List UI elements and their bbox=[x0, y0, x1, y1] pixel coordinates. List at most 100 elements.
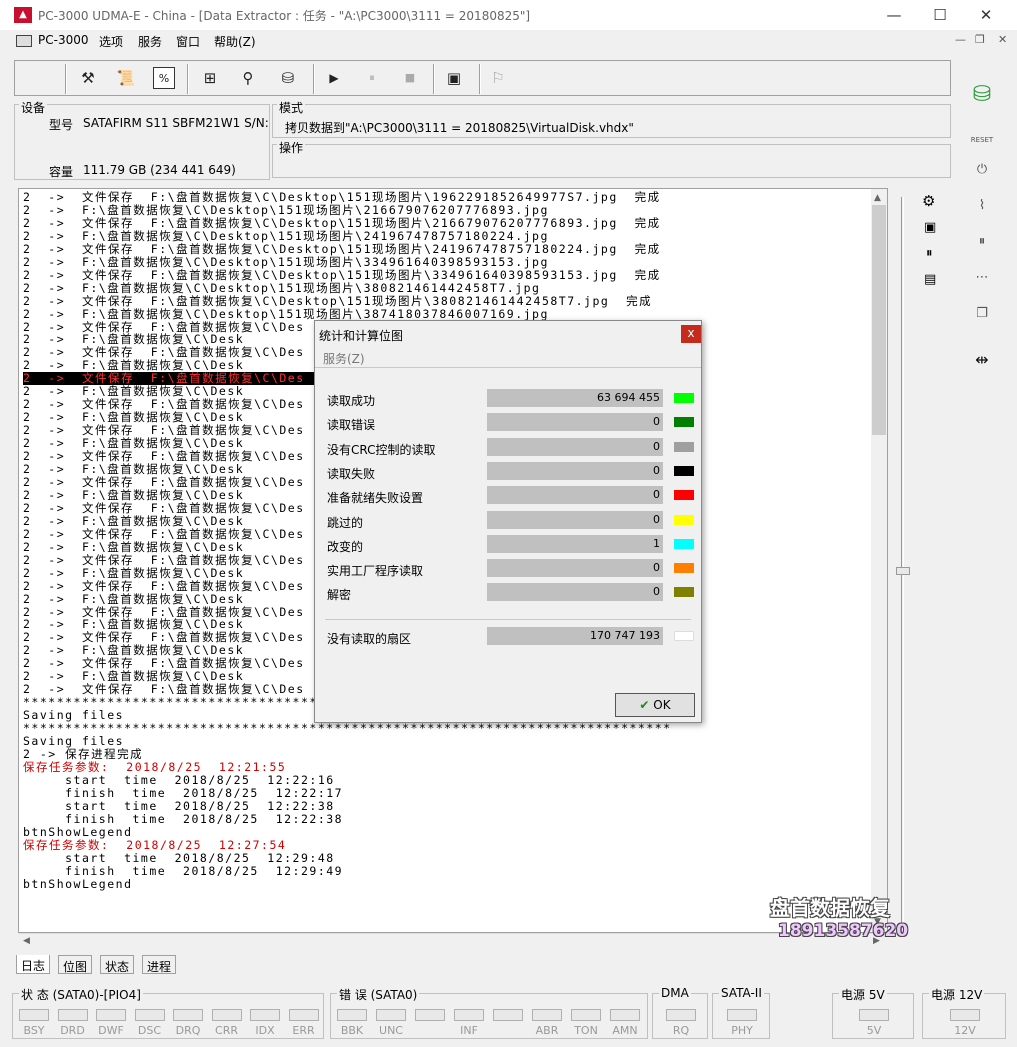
status-led-label: CRR bbox=[215, 1024, 238, 1037]
disk-export-icon[interactable]: ⛁ bbox=[277, 67, 299, 89]
pause-icon[interactable]: ⏸ bbox=[361, 67, 383, 89]
speed-slider[interactable] bbox=[893, 192, 913, 942]
log-line: btnShowLegend bbox=[23, 824, 133, 839]
status-led bbox=[571, 1009, 601, 1021]
minimize-button[interactable]: — bbox=[871, 0, 917, 30]
status-led-label: DRQ bbox=[175, 1024, 201, 1037]
pause-log-icon[interactable]: ⏸ bbox=[926, 246, 933, 261]
tree-icon[interactable]: ⊞ bbox=[199, 67, 221, 89]
stat-row-unread: 没有读取的扇区 170 747 193 bbox=[315, 627, 701, 647]
stat-label: 跳过的 bbox=[327, 515, 364, 530]
status-led-label: BBK bbox=[340, 1024, 364, 1037]
stat-color-swatch bbox=[674, 393, 694, 403]
tab-bitmap[interactable]: 位图 bbox=[58, 955, 93, 974]
log-line: 2 -> F:\盘首数据恢复\C\Desktop\151现场图片\2419674… bbox=[23, 228, 549, 243]
scroll-left-icon[interactable]: ◀ bbox=[23, 936, 30, 946]
stat-color-swatch bbox=[674, 538, 694, 549]
status-led bbox=[211, 1009, 242, 1021]
stat-color-swatch bbox=[674, 631, 694, 641]
tab-status[interactable]: 状态 bbox=[100, 955, 135, 974]
stat-label: 读取成功 bbox=[327, 394, 376, 408]
dialog-separator bbox=[325, 619, 691, 620]
slider-thumb[interactable] bbox=[896, 567, 910, 575]
log-line: btnShowLegend bbox=[23, 876, 133, 891]
windows-icon[interactable]: ▣ bbox=[443, 67, 465, 89]
bits-icon[interactable]: ⋯ bbox=[968, 270, 996, 298]
status-led bbox=[454, 1009, 484, 1021]
scroll-up-icon[interactable]: ▲ bbox=[874, 193, 881, 203]
log-line: 2 -> F:\盘首数据恢复\C\Desktop\151现场图片\3874180… bbox=[23, 306, 549, 321]
log-vertical-scrollbar[interactable]: ▲ ▼ bbox=[871, 189, 887, 932]
status-bar: 状 态 (SATA0)-[PIO4] BSY DRD DWF DSC DRQ CRR IDX E… bbox=[0, 985, 1017, 1047]
disk-settings-icon[interactable]: ⚙ bbox=[922, 192, 935, 210]
reset-button[interactable]: RESET bbox=[968, 126, 996, 154]
status-led bbox=[173, 1009, 203, 1021]
dialog-close-button[interactable]: x bbox=[681, 325, 701, 343]
pause-device-icon[interactable]: ⏸ bbox=[968, 234, 996, 262]
toolbar-separator bbox=[187, 64, 189, 94]
power-switch-icon[interactable]: ⏻ bbox=[968, 162, 996, 190]
toolbar-separator bbox=[313, 64, 315, 94]
stat-value: 63 694 455 bbox=[487, 389, 663, 407]
close-window-button[interactable]: ✕ bbox=[963, 0, 1009, 30]
maximize-button[interactable]: ☐ bbox=[917, 0, 963, 30]
stat-color-swatch bbox=[674, 563, 694, 574]
status-led-label: 5V bbox=[866, 1024, 882, 1037]
scroll-thumb[interactable] bbox=[872, 205, 886, 435]
stat-color-swatch bbox=[674, 514, 694, 525]
status-group: 状 态 (SATA0)-[PIO4] BSY DRD DWF DSC DRQ CRR IDX E… bbox=[12, 986, 324, 1039]
status-group: 电源 5V 5V bbox=[832, 986, 914, 1039]
status-led bbox=[727, 1009, 757, 1021]
menu-options[interactable]: 选项 bbox=[99, 33, 123, 50]
status-group-title: SATA-II bbox=[719, 986, 764, 1000]
operation-group: 操作 bbox=[272, 139, 951, 178]
status-led-label: TON bbox=[574, 1024, 598, 1037]
log-horizontal-scrollbar[interactable]: ◀ ▶ bbox=[19, 933, 887, 950]
app-menu-icon[interactable] bbox=[16, 35, 32, 47]
status-led bbox=[610, 1009, 640, 1021]
stat-row: 没有CRC控制的读取 0 bbox=[315, 437, 701, 458]
save-icon[interactable]: ▣ bbox=[924, 220, 936, 235]
stat-color-swatch bbox=[674, 490, 694, 501]
status-led bbox=[415, 1009, 445, 1021]
stat-row: 跳过的 0 bbox=[315, 510, 701, 531]
scroll-icon[interactable]: 📜 bbox=[115, 67, 137, 89]
menu-help[interactable]: 帮助(Z) bbox=[214, 33, 256, 50]
menu-pc3000[interactable]: PC-3000 bbox=[38, 33, 88, 47]
play-icon[interactable]: ▶ bbox=[323, 67, 345, 89]
database-icon[interactable]: ⛁ bbox=[968, 82, 996, 110]
dialog-menu-service[interactable]: 服务(Z) bbox=[323, 350, 365, 367]
status-led-label: AMN bbox=[612, 1024, 638, 1037]
tools-icon[interactable]: ⚒ bbox=[77, 67, 99, 89]
tab-process[interactable]: 进程 bbox=[142, 955, 177, 974]
tab-log[interactable]: 日志 bbox=[16, 955, 51, 974]
menu-service[interactable]: 服务 bbox=[138, 33, 162, 50]
stop-icon[interactable]: ■ bbox=[399, 67, 421, 89]
transistor-icon[interactable]: ⌇ bbox=[968, 198, 996, 226]
binoculars-icon[interactable]: ⚲ bbox=[237, 67, 259, 89]
watermark-name: 盘首数据恢复 bbox=[770, 896, 890, 920]
run-icon[interactable]: ⚐ bbox=[487, 67, 509, 89]
mdi-restore-button[interactable]: ❐ bbox=[975, 33, 985, 46]
status-group: SATA-II PHY bbox=[712, 986, 770, 1039]
ok-button[interactable]: ✔ OK bbox=[615, 693, 695, 717]
status-led bbox=[250, 1009, 280, 1021]
menu-window[interactable]: 窗口 bbox=[176, 33, 200, 50]
cable-icon[interactable]: ⇹ bbox=[968, 350, 996, 378]
mdi-close-button[interactable]: ✕ bbox=[998, 33, 1007, 46]
copy-icon[interactable]: ❐ bbox=[968, 306, 996, 334]
percent-doc-icon[interactable]: % bbox=[153, 67, 175, 89]
save-alt-icon[interactable]: ▤ bbox=[924, 272, 936, 287]
stat-row: 准备就绪失败设置 0 bbox=[315, 486, 701, 506]
status-group-title: DMA bbox=[659, 986, 691, 1000]
operation-group-title: 操作 bbox=[277, 139, 306, 156]
mdi-minimize-button[interactable]: — bbox=[955, 33, 966, 46]
toolbar-separator bbox=[479, 64, 481, 94]
toolbar-separator bbox=[65, 64, 67, 94]
status-group-title: 错 误 (SATA0) bbox=[337, 986, 420, 1003]
mode-group-title: 模式 bbox=[277, 99, 306, 116]
log-line: 2 -> F:\盘首数据恢复\C\Desktop\151现场图片\3349616… bbox=[23, 254, 549, 269]
log-line: 2 -> 文件保存 F:\盘首数据恢复\C\Desktop\151现场图片\19… bbox=[23, 190, 661, 204]
status-group: 错 误 (SATA0) BBK UNC INF ABR TON AMN bbox=[330, 986, 648, 1039]
stat-label: 没有读取的扇区 bbox=[327, 632, 412, 646]
